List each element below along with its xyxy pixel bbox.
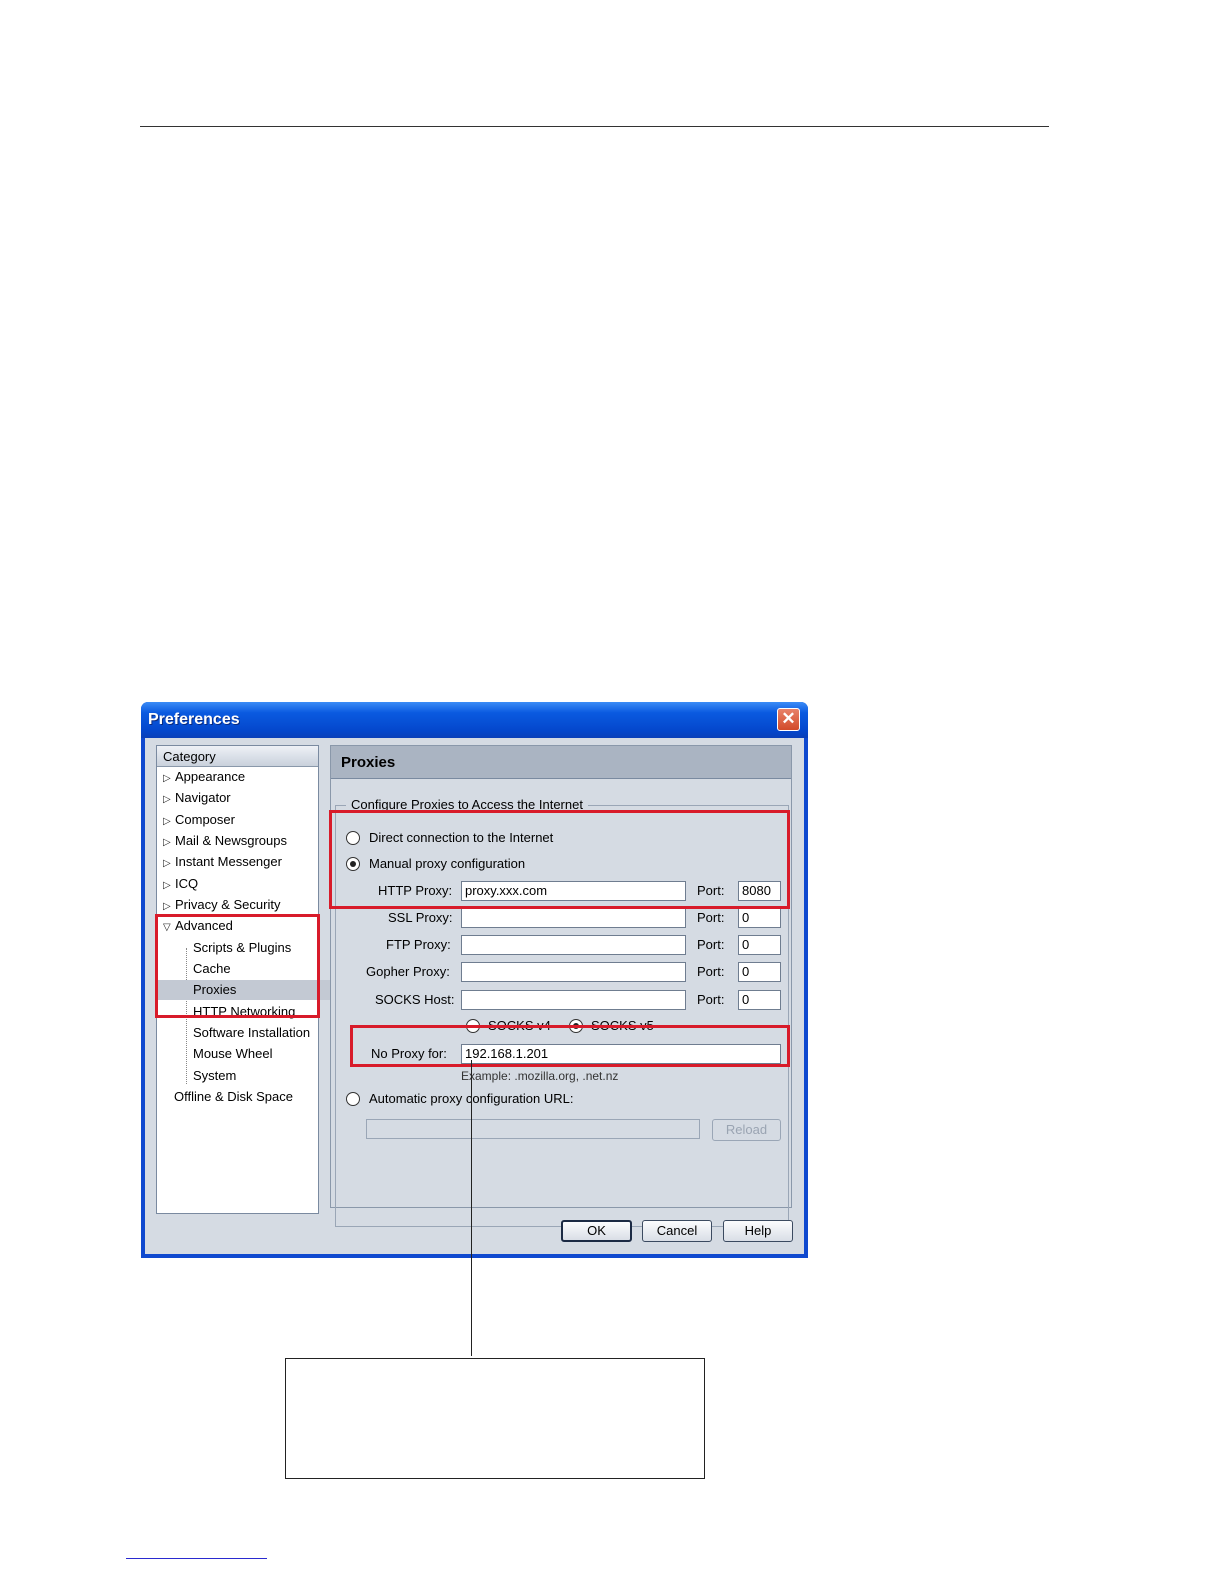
- tree-item-offline-disk-space[interactable]: Offline & Disk Space: [157, 1087, 335, 1107]
- no-proxy-label: No Proxy for:: [371, 1046, 447, 1061]
- tree-item-label: Mail & Newsgroups: [175, 833, 287, 848]
- tree-item-label: Proxies: [193, 982, 237, 997]
- tree-item-icq[interactable]: ▷ ICQ: [157, 874, 324, 894]
- tree-item-http-networking[interactable]: HTTP Networking: [157, 1002, 354, 1022]
- tree-item-cache[interactable]: Cache: [157, 959, 354, 979]
- no-proxy-example: Example: .mozilla.org, .net.nz: [461, 1069, 619, 1083]
- tree-item-label: Privacy & Security: [175, 897, 281, 912]
- category-tree[interactable]: Category ▷ Appearance ▷ Navigator ▷ Compose…: [156, 745, 354, 1214]
- tree-item-advanced[interactable]: ▽ Advanced: [157, 916, 324, 936]
- tree-item-label: Mouse Wheel: [193, 1046, 273, 1061]
- tree-item-instant-messenger[interactable]: ▷ Instant Messenger: [157, 852, 324, 872]
- callout-box: [285, 1358, 705, 1479]
- tree-item-label: Navigator: [175, 790, 231, 805]
- ftp-port-input[interactable]: 0: [738, 935, 781, 955]
- reload-button[interactable]: Reload: [712, 1119, 781, 1141]
- group-label: Configure Proxies to Access the Internet: [346, 797, 588, 812]
- auto-proxy-url-input[interactable]: [366, 1119, 700, 1139]
- tree-item-label: Appearance: [175, 769, 246, 784]
- tree-item-privacy-security[interactable]: ▷ Privacy & Security: [157, 895, 324, 915]
- tree-item-composer[interactable]: ▷ Composer: [157, 810, 324, 830]
- ftp-proxy-label: FTP Proxy:: [386, 937, 451, 952]
- http-proxy-input[interactable]: proxy.xxx.com: [461, 881, 686, 901]
- gopher-proxy-label: Gopher Proxy:: [366, 964, 450, 979]
- socks-port-label: Port:: [697, 992, 725, 1007]
- socks-v5-label: SOCKS v5: [591, 1018, 654, 1033]
- auto-proxy-radio[interactable]: [346, 1092, 360, 1106]
- gopher-port-label: Port:: [697, 964, 725, 979]
- title-bar[interactable]: Preferences ✕: [141, 702, 808, 738]
- socks-v4-radio[interactable]: [466, 1019, 480, 1033]
- socks-host-label: SOCKS Host:: [375, 992, 455, 1007]
- tree-item-system[interactable]: System: [157, 1066, 354, 1086]
- tree-item-label: System: [193, 1068, 237, 1083]
- socks-host-input[interactable]: [461, 990, 686, 1010]
- tree-item-label: Offline & Disk Space: [174, 1089, 293, 1104]
- tree-item-proxies[interactable]: Proxies: [157, 980, 354, 1000]
- ftp-port-label: Port:: [697, 937, 725, 952]
- preferences-dialog: Preferences ✕ Category ▷ Appearance ▷ Navi…: [141, 702, 808, 1258]
- ssl-port-input[interactable]: 0: [738, 908, 781, 928]
- dialog-title: Preferences: [148, 711, 240, 728]
- tree-item-software-installation[interactable]: Software Installation: [157, 1023, 354, 1043]
- tree-item-appearance[interactable]: ▷ Appearance: [157, 767, 324, 787]
- direct-connection-radio[interactable]: [346, 831, 360, 845]
- socks-v4-label: SOCKS v4: [488, 1018, 551, 1033]
- no-proxy-input[interactable]: 192.168.1.201: [461, 1044, 781, 1064]
- http-proxy-label: HTTP Proxy:: [378, 883, 453, 898]
- ssl-proxy-label: SSL Proxy:: [388, 910, 453, 925]
- http-port-input[interactable]: 8080: [738, 881, 781, 901]
- category-header[interactable]: Category: [157, 746, 318, 767]
- tree-item-label: Instant Messenger: [175, 854, 282, 869]
- gopher-port-input[interactable]: 0: [738, 962, 781, 982]
- dialog-client: Category ▷ Appearance ▷ Navigator ▷ Compose…: [145, 738, 804, 1254]
- expand-arrow-icon[interactable]: ▷: [163, 897, 175, 917]
- panel-header: Proxies: [331, 746, 791, 779]
- http-port-label: Port:: [697, 883, 725, 898]
- manual-proxy-radio[interactable]: [346, 857, 360, 871]
- direct-connection-label: Direct connection to the Internet: [369, 830, 554, 845]
- socks-v5-radio[interactable]: [569, 1019, 583, 1033]
- gopher-proxy-input[interactable]: [461, 962, 686, 982]
- cancel-button[interactable]: Cancel: [642, 1220, 712, 1242]
- ftp-proxy-input[interactable]: [461, 935, 686, 955]
- close-icon[interactable]: ✕: [777, 708, 800, 731]
- collapse-arrow-icon[interactable]: ▽: [163, 918, 175, 938]
- expand-arrow-icon[interactable]: ▷: [163, 812, 175, 832]
- footnote-rule: [126, 1558, 267, 1559]
- tree-item-mouse-wheel[interactable]: Mouse Wheel: [157, 1044, 354, 1064]
- tree-item-label: Cache: [193, 961, 231, 976]
- tree-item-navigator[interactable]: ▷ Navigator: [157, 788, 324, 808]
- expand-arrow-icon[interactable]: ▷: [163, 833, 175, 853]
- expand-arrow-icon[interactable]: ▷: [163, 790, 175, 810]
- proxy-config-group: Configure Proxies to Access the Internet…: [335, 797, 789, 1227]
- tree-item-label: Software Installation: [193, 1025, 311, 1040]
- panel-title: Proxies: [341, 754, 396, 771]
- expand-arrow-icon[interactable]: ▷: [163, 854, 175, 874]
- ok-button[interactable]: OK: [561, 1220, 632, 1242]
- tree-item-label: Composer: [175, 812, 235, 827]
- tree-item-label: HTTP Networking: [193, 1004, 296, 1019]
- tree-item-label: ICQ: [175, 876, 199, 891]
- tree-item-scripts-plugins[interactable]: Scripts & Plugins: [157, 938, 354, 958]
- manual-proxy-label: Manual proxy configuration: [369, 856, 526, 871]
- socks-port-input[interactable]: 0: [738, 990, 781, 1010]
- tree-item-label: Scripts & Plugins: [193, 940, 292, 955]
- expand-arrow-icon[interactable]: ▷: [163, 876, 175, 896]
- expand-arrow-icon[interactable]: ▷: [163, 769, 175, 789]
- callout-line: [471, 1060, 472, 1356]
- ssl-port-label: Port:: [697, 910, 725, 925]
- tree-item-label: Advanced: [175, 918, 233, 933]
- top-rule: [140, 126, 1049, 127]
- help-button[interactable]: Help: [723, 1220, 793, 1242]
- tree-item-mail-newsgroups[interactable]: ▷ Mail & Newsgroups: [157, 831, 324, 851]
- ssl-proxy-input[interactable]: [461, 908, 686, 928]
- proxies-panel: Proxies Configure Proxies to Access the …: [330, 745, 792, 1227]
